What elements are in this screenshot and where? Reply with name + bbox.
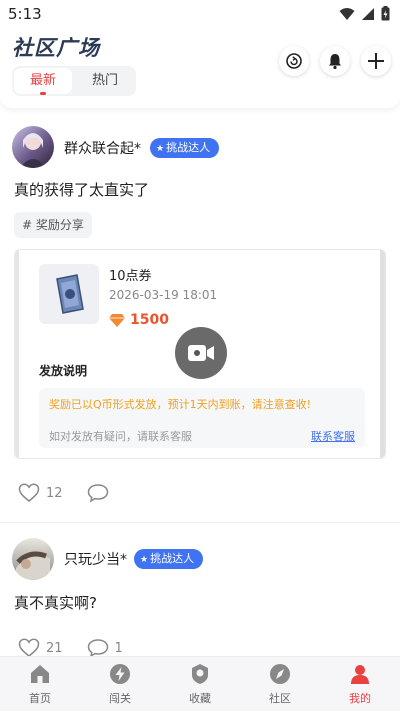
comment-icon[interactable] <box>87 483 109 503</box>
post-username[interactable]: 只玩少当* <box>64 549 127 569</box>
post-text: 真不真实啊? <box>14 594 97 612</box>
bottom-nav: 首页 闯关 收藏 社区 我的 <box>0 656 400 711</box>
post-text: 真的获得了太直实了 <box>14 181 150 199</box>
card-scroll-edge <box>380 250 385 458</box>
section-title: 发放说明 <box>39 364 88 378</box>
video-camera-icon <box>188 345 214 361</box>
coupon-price: 1500 <box>109 312 169 328</box>
bell-icon <box>329 54 341 70</box>
status-bar: 5:13 <box>0 0 400 28</box>
coupon-name: 10点券 <box>109 269 152 284</box>
nav-home[interactable]: 首页 <box>0 663 80 706</box>
avatar[interactable] <box>12 126 54 168</box>
battery-icon <box>381 6 390 21</box>
badge-label: 挑战达人 <box>166 141 211 154</box>
coupon-date: 2026-03-19 18:01 <box>109 288 218 302</box>
tab-popular[interactable]: 热门 <box>76 68 134 94</box>
page-header: 社区广场 最新 热门 <box>0 28 400 108</box>
post-divider <box>0 522 400 523</box>
avatar[interactable] <box>12 538 54 580</box>
notice-text: 奖励已以Q币形式发放，预计1天内到账，请注意查收! <box>49 398 312 411</box>
feed-tabs: 最新 热门 <box>12 66 136 96</box>
like-icon[interactable] <box>18 483 40 503</box>
post-stats: 12 <box>18 483 109 503</box>
help-text: 如对发放有疑问，请联系客服 <box>49 430 192 443</box>
contact-support-link[interactable]: 联系客服 <box>311 428 355 444</box>
refresh-icon <box>286 53 302 69</box>
nav-challenge[interactable]: 闯关 <box>80 663 160 706</box>
add-post-button[interactable] <box>361 46 391 76</box>
card-left-edge <box>15 250 19 458</box>
badge-label: 挑战达人 <box>150 552 195 565</box>
post-stats: 21 1 <box>18 638 147 658</box>
bookmark-icon <box>189 663 211 685</box>
nav-label: 社区 <box>269 692 291 705</box>
like-count: 21 <box>46 640 63 656</box>
lightning-icon <box>109 663 131 685</box>
notification-button[interactable] <box>320 46 350 76</box>
post-tag[interactable]: # 奖励分享 <box>14 212 92 238</box>
status-time: 5:13 <box>8 5 42 23</box>
achievement-badge: ★ 挑战达人 <box>150 138 220 158</box>
page-title: 社区广场 <box>12 36 100 60</box>
comment-count: 1 <box>114 640 123 656</box>
plus-icon <box>368 53 384 69</box>
post-username[interactable]: 群众联合起* <box>64 138 141 158</box>
notice-box: 奖励已以Q币形式发放，预计1天内到账，请注意查收! 如对发放有疑问，请联系客服 … <box>39 388 365 448</box>
nav-label: 闯关 <box>109 692 131 705</box>
nav-label: 首页 <box>29 692 51 705</box>
coupon-price-value: 1500 <box>130 312 169 328</box>
nav-profile[interactable]: 我的 <box>320 663 400 706</box>
home-icon <box>29 663 51 685</box>
status-icons <box>339 6 390 21</box>
nav-community[interactable]: 社区 <box>240 663 320 706</box>
wifi-icon <box>339 7 355 20</box>
diamond-icon <box>109 314 125 327</box>
compass-icon <box>269 663 291 685</box>
star-icon: ★ <box>156 144 165 154</box>
nav-label: 我的 <box>349 692 371 705</box>
star-icon: ★ <box>140 555 149 565</box>
achievement-badge: ★ 挑战达人 <box>134 549 204 569</box>
comment-icon[interactable] <box>87 638 109 658</box>
refresh-button[interactable] <box>279 46 309 76</box>
video-play-button[interactable] <box>175 327 227 379</box>
coupon-image <box>39 264 99 324</box>
nav-label: 收藏 <box>189 692 211 705</box>
person-icon <box>349 663 371 685</box>
like-count: 12 <box>46 485 63 501</box>
nav-favorites[interactable]: 收藏 <box>160 663 240 706</box>
coupon-icon <box>56 274 84 314</box>
signal-icon <box>362 7 374 20</box>
like-icon[interactable] <box>18 638 40 658</box>
tab-latest[interactable]: 最新 <box>14 68 72 95</box>
